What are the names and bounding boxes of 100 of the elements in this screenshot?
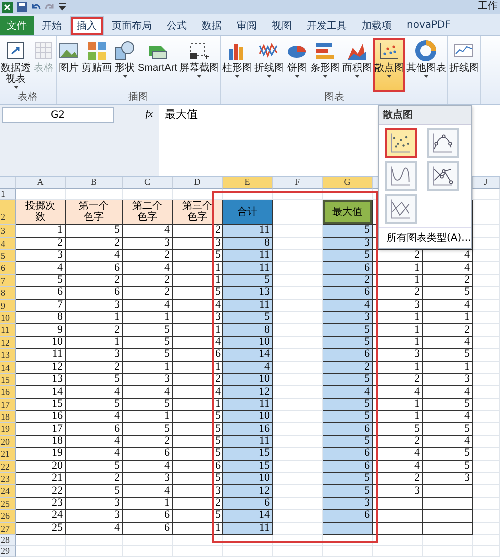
column-header[interactable]: F <box>273 177 323 190</box>
column-header[interactable]: B <box>66 177 123 190</box>
table-cell: 1 <box>123 411 173 424</box>
row-header[interactable]: 22 <box>0 460 16 474</box>
chart-type-option[interactable] <box>385 194 417 224</box>
ribbon-button[interactable]: 剪贴画 <box>81 38 113 92</box>
table-cell: 2 <box>123 436 173 448</box>
table-cell: 3 <box>423 473 473 486</box>
empty-cell <box>66 546 123 557</box>
row-header[interactable]: 7 <box>0 274 16 288</box>
row-header[interactable]: 11 <box>0 324 16 337</box>
row-header[interactable]: 24 <box>0 485 16 498</box>
all-chart-types-item[interactable]: 所有图表类型(A)... <box>379 227 471 248</box>
ribbon-button[interactable]: 屏幕截图 <box>178 38 220 92</box>
formula-field[interactable]: 最大值 <box>159 105 371 176</box>
ribbon-button[interactable]: 柱形图 <box>221 38 254 92</box>
row-header[interactable]: 18 <box>0 411 16 424</box>
ribbon-button[interactable]: 其他图表 <box>405 38 448 92</box>
row-header[interactable]: 17 <box>0 398 16 412</box>
empty-cell <box>223 546 273 557</box>
row-header[interactable]: 27 <box>0 522 16 535</box>
table-cell: 4 <box>123 485 173 498</box>
row-header[interactable]: 10 <box>0 312 16 324</box>
row-header[interactable]: 28 <box>0 535 16 546</box>
row-header[interactable]: 1 <box>0 189 16 200</box>
ribbon-button[interactable]: 条形图 <box>309 38 342 92</box>
ribbon-tab[interactable]: 开发工具 <box>300 16 354 35</box>
row-header[interactable]: 2 <box>0 200 16 226</box>
ribbon-button[interactable]: 图片 <box>57 38 81 92</box>
row-header[interactable]: 6 <box>0 262 16 275</box>
chart-type-option[interactable] <box>385 128 417 158</box>
row-header[interactable]: 8 <box>0 287 16 300</box>
table-cell: 5 <box>223 312 273 324</box>
ribbon-button[interactable]: SmartArt <box>137 38 178 92</box>
row-header[interactable]: 12 <box>0 336 16 350</box>
row-header[interactable]: 20 <box>0 436 16 448</box>
ribbon-button[interactable]: 折线图 <box>253 38 286 92</box>
row-header[interactable]: 29 <box>0 546 16 557</box>
column-header[interactable]: E <box>223 177 273 190</box>
row-header[interactable]: 19 <box>0 423 16 436</box>
spreadsheet-logo-icon[interactable] <box>2 2 13 12</box>
column-header[interactable]: J <box>473 177 500 190</box>
chart-type-option[interactable] <box>427 161 459 191</box>
row-header[interactable]: 26 <box>0 510 16 523</box>
table-cell: 5 <box>323 473 373 486</box>
column-header[interactable]: A <box>16 177 66 190</box>
column-header[interactable]: C <box>123 177 173 190</box>
ribbon-tab[interactable]: 公式 <box>160 16 194 35</box>
row-header[interactable]: 3 <box>0 225 16 238</box>
ribbon-tab[interactable]: 视图 <box>265 16 299 35</box>
table-cell: 4 <box>16 262 66 275</box>
customize-caret-icon[interactable] <box>59 3 66 11</box>
chart-type-option[interactable] <box>385 161 417 191</box>
chart-type-option[interactable] <box>427 128 459 158</box>
row-header[interactable]: 9 <box>0 300 16 312</box>
table-cell: 5 <box>423 460 473 474</box>
save-icon[interactable] <box>17 2 27 12</box>
empty-cell <box>273 546 323 557</box>
empty-cell <box>273 535 323 546</box>
column-header[interactable]: D <box>173 177 223 190</box>
ribbon-tab[interactable]: 数据 <box>195 16 229 35</box>
name-box[interactable]: G2 <box>2 107 114 124</box>
table-cell: 6 <box>323 423 373 436</box>
ribbon-button[interactable]: 面积图 <box>341 38 374 92</box>
row-header[interactable]: 23 <box>0 473 16 486</box>
empty-cell <box>373 546 423 557</box>
undo-icon[interactable] <box>31 2 41 12</box>
table-cell: 4 <box>373 460 423 474</box>
empty-cell <box>473 349 500 362</box>
table-cell: 4 <box>323 386 373 399</box>
table-cell: 4 <box>423 300 473 312</box>
ribbon-tab[interactable]: 加载项 <box>355 16 399 35</box>
ribbon-tab[interactable]: 插入 <box>70 16 104 35</box>
function-button[interactable]: fx <box>146 107 157 124</box>
ribbon-tab[interactable]: novaPDF <box>400 16 458 35</box>
row-header[interactable]: 13 <box>0 349 16 362</box>
ribbon-button[interactable]: 饼图 <box>285 38 310 92</box>
table-cell: 5 <box>323 336 373 350</box>
ribbon-tab[interactable]: 审阅 <box>230 16 264 35</box>
ribbon-button[interactable]: 形状 <box>113 38 137 92</box>
table-cell: 16 <box>16 411 66 424</box>
ribbon-button[interactable]: 折线图 <box>448 38 480 94</box>
table-cell: 8 <box>223 238 273 250</box>
file-tab[interactable]: 文件 <box>0 16 34 35</box>
column-heading-cell: 最大值 <box>323 200 373 226</box>
row-header[interactable]: 15 <box>0 374 16 386</box>
ribbon-button[interactable]: 数据透视表 <box>0 38 32 92</box>
ribbon-tab[interactable]: 页面布局 <box>105 16 159 35</box>
table-cell: 3 <box>373 300 423 312</box>
row-header[interactable]: 4 <box>0 238 16 250</box>
empty-cell <box>473 510 500 523</box>
empty-cell <box>473 374 500 386</box>
column-header[interactable]: G <box>323 177 373 190</box>
pivot-table-icon <box>5 40 27 62</box>
row-header[interactable]: 21 <box>0 448 16 461</box>
row-header[interactable]: 16 <box>0 386 16 399</box>
row-header[interactable]: 25 <box>0 498 16 510</box>
ribbon-tab[interactable]: 开始 <box>35 16 69 35</box>
row-header[interactable]: 5 <box>0 250 16 262</box>
row-header[interactable]: 14 <box>0 362 16 374</box>
